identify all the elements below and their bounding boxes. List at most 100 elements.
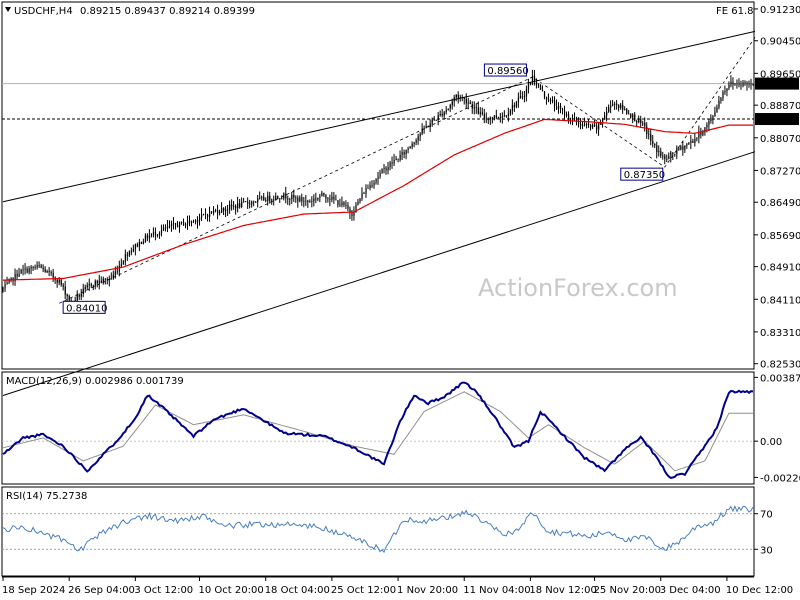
candle-body: [744, 82, 746, 84]
fe-label: FE 61.8: [716, 6, 754, 17]
candle-body: [102, 278, 104, 283]
candle-body: [596, 125, 598, 130]
candle-body: [471, 104, 473, 109]
price-tick-label: 0.82530: [760, 360, 800, 371]
candle-body: [100, 280, 102, 283]
candle-body: [451, 101, 453, 106]
macd-main-line: [2, 381, 754, 479]
candle-body: [205, 214, 207, 216]
candle-body: [24, 268, 26, 270]
candle-body: [654, 143, 656, 146]
candle-body: [740, 85, 742, 87]
level-label-text: 0.84010: [66, 303, 107, 314]
candle-body: [186, 220, 189, 224]
candle-body: [529, 82, 532, 85]
symbol-label: USDCHF,H4: [14, 6, 73, 17]
candle-body: [317, 197, 319, 200]
candle-body: [309, 201, 311, 203]
time-tick-label: 26 Sep 04:00: [68, 585, 135, 596]
candle-body: [730, 81, 732, 85]
candle-body: [417, 136, 419, 141]
candle-body: [495, 115, 498, 118]
candle-body: [78, 294, 80, 297]
candle-body: [359, 198, 361, 202]
candle-body: [469, 102, 471, 105]
candle-body: [427, 125, 429, 127]
level-label-text: 0.89560: [487, 66, 528, 77]
candle-body: [666, 158, 668, 160]
macd-layer: [2, 381, 754, 479]
candle-body: [2, 288, 4, 290]
candle-body: [365, 188, 367, 194]
candle-body: [182, 221, 185, 226]
candle-body: [337, 200, 339, 206]
candle-body: [96, 280, 98, 284]
candle-body: [399, 154, 401, 160]
candle-body: [393, 160, 395, 164]
candle-body: [750, 83, 752, 85]
candle-body: [391, 162, 393, 164]
candle-body: [610, 105, 612, 108]
candle-body: [612, 104, 614, 106]
candle-body: [213, 210, 215, 213]
candle-body: [718, 100, 720, 108]
candle-body: [409, 146, 411, 149]
candle-body: [547, 99, 550, 102]
candle-body: [193, 220, 195, 222]
candle-body: [602, 119, 604, 123]
candle-body: [465, 98, 467, 104]
candle-body: [541, 89, 544, 92]
candle-body: [509, 110, 512, 114]
candle-body: [148, 235, 151, 239]
candle-body: [134, 244, 137, 249]
candle-body: [553, 101, 556, 106]
candle-body: [640, 119, 642, 123]
candle-body: [207, 214, 209, 217]
time-tick-label: 1 Nov 20:00: [397, 585, 458, 596]
candle-body: [245, 201, 247, 203]
candle-body: [710, 117, 712, 121]
candle-body: [88, 284, 90, 286]
candle-body: [720, 98, 722, 101]
candle-body: [333, 196, 335, 200]
candle-body: [259, 197, 261, 199]
price-tick-label: 0.91230: [760, 5, 800, 16]
candle-body: [369, 184, 371, 189]
candle-body: [247, 201, 249, 204]
candle-body: [580, 123, 582, 126]
candle-body: [493, 115, 496, 119]
candle-body: [164, 227, 167, 229]
rsi-layer: [2, 504, 754, 554]
candle-body: [353, 212, 355, 216]
candle-body: [66, 294, 68, 297]
time-tick-label: 3 Dec 04:00: [660, 585, 721, 596]
candle-body: [732, 81, 734, 85]
candle-body: [668, 156, 670, 159]
candle-body: [114, 271, 117, 275]
candle-body: [361, 193, 363, 199]
candle-body: [662, 155, 664, 157]
candle-body: [586, 124, 588, 125]
candle-body: [381, 168, 383, 173]
candle-body: [566, 114, 568, 116]
candle-body: [307, 200, 309, 202]
candle-body: [267, 195, 269, 202]
candle-body: [584, 124, 586, 125]
candle-body: [435, 119, 437, 121]
candle-body: [237, 203, 239, 209]
candle-body: [415, 140, 417, 143]
candle-body: [411, 144, 413, 147]
candle-body: [419, 133, 421, 137]
candle-body: [397, 158, 399, 160]
price-tick-label: 0.87270: [760, 166, 800, 177]
candle-body: [517, 97, 520, 103]
candle-body: [521, 96, 524, 98]
candle-body: [489, 117, 491, 120]
candle-body: [120, 264, 123, 267]
candle-body: [231, 204, 233, 207]
candle-body: [311, 201, 313, 203]
candle-body: [58, 279, 60, 283]
candle-body: [162, 227, 165, 231]
candle-body: [479, 112, 481, 114]
candle-body: [243, 201, 245, 203]
